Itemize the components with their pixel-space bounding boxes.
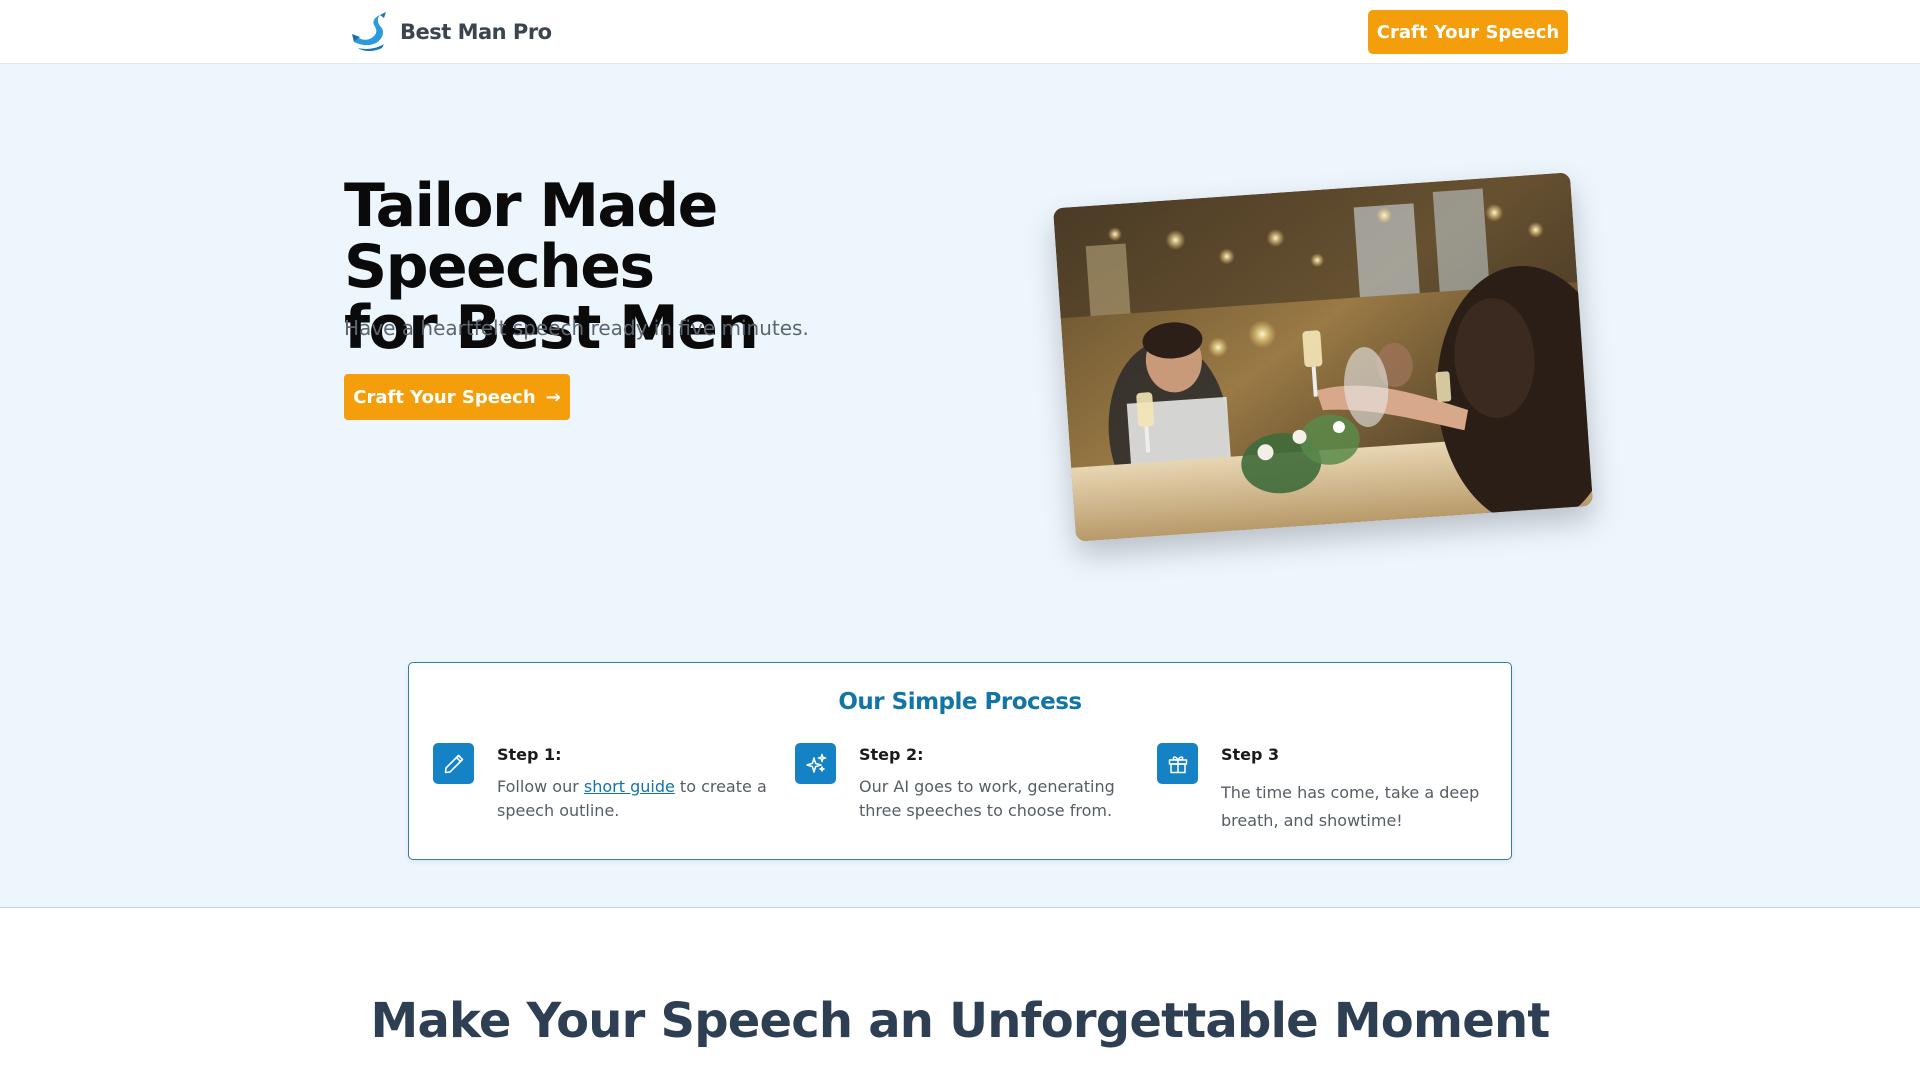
arrow-right-icon: →: [545, 386, 561, 408]
hero-cta-label: Craft Your Speech: [353, 386, 536, 408]
hero-craft-speech-button[interactable]: Craft Your Speech →: [344, 374, 570, 420]
process-card: Our Simple Process Step 1: Follow our sh…: [408, 662, 1512, 860]
step-3-text: The time has come, take a deep breath, a…: [1221, 783, 1480, 830]
step-2-text: Our AI goes to work, generating three sp…: [859, 777, 1115, 820]
features-section: Make Your Speech an Unforgettable Moment: [0, 908, 1920, 1080]
step-1-text: Follow our short guide to create a speec…: [497, 775, 767, 823]
site-header: Best Man Pro Craft Your Speech: [0, 0, 1920, 64]
step-3-title: Step 3: [1221, 745, 1280, 764]
gift-icon: [1157, 743, 1198, 784]
wedding-toast-photo: [1052, 172, 1594, 542]
swan-logo-icon: [352, 12, 386, 51]
hero-subtitle: Have a heartfelt speech ready in five mi…: [344, 316, 809, 340]
step-1-text-before: Follow our: [497, 777, 584, 796]
pencil-icon: [433, 743, 474, 784]
section-2-title: Make Your Speech an Unforgettable Moment: [370, 993, 1551, 1049]
process-title: Our Simple Process: [838, 689, 1082, 715]
step-1-title: Step 1:: [497, 745, 562, 764]
sparkles-icon: [795, 743, 836, 784]
header-craft-speech-button[interactable]: Craft Your Speech: [1368, 10, 1568, 54]
hero-section: Tailor Made Speeches for Best Men Have a…: [0, 64, 1920, 908]
hero-title-line-1: Tailor Made Speeches: [344, 171, 718, 302]
brand-link[interactable]: Best Man Pro: [350, 12, 552, 52]
brand-name: Best Man Pro: [400, 20, 552, 44]
short-guide-link[interactable]: short guide: [584, 777, 675, 796]
step-2-title: Step 2:: [859, 745, 924, 764]
